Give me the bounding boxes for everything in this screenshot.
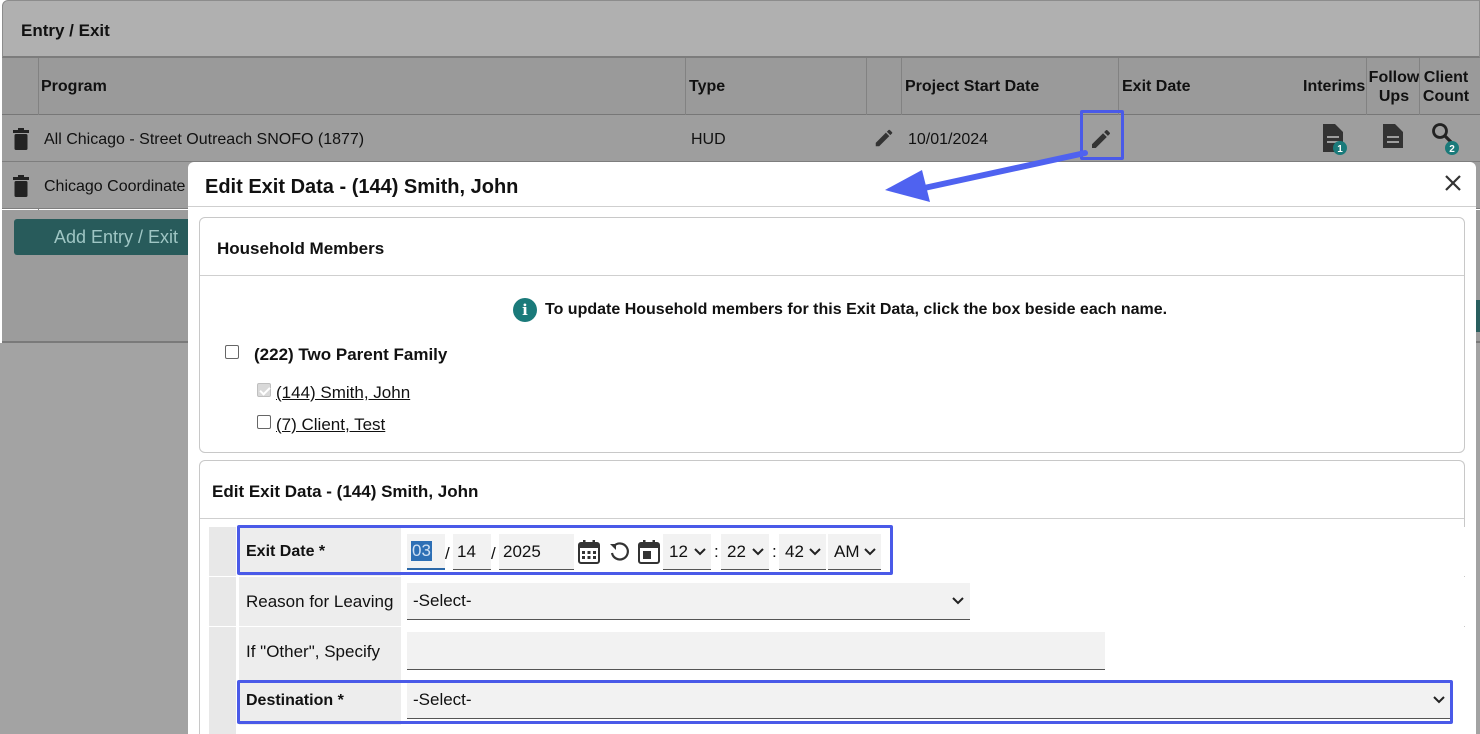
row-gutter [209, 527, 236, 576]
close-icon[interactable] [1442, 172, 1464, 194]
reason-label: Reason for Leaving [239, 577, 401, 626]
col-client-count: Client Count [1422, 69, 1470, 105]
program-name[interactable]: Chicago Coordinate [44, 178, 185, 196]
col-exit-date: Exit Date [1122, 78, 1191, 95]
col-project-start-date: Project Start Date [905, 78, 1040, 95]
household-info-text: To update Household members for this Exi… [545, 301, 1168, 318]
exit-date-highlight [237, 525, 893, 575]
modal-title: Edit Exit Data - (144) Smith, John [205, 176, 519, 198]
household-members-title: Household Members [217, 239, 385, 258]
form-title: Edit Exit Data - (144) Smith, John [212, 482, 479, 501]
col-interims: Interims [1303, 78, 1366, 95]
program-type: HUD [691, 131, 726, 148]
reason-select-value: -Select- [413, 591, 472, 610]
member-link-smith-john[interactable]: (144) Smith, John [276, 383, 410, 403]
family-checkbox[interactable] [225, 345, 239, 359]
col-type: Type [689, 78, 726, 95]
family-label: (222) Two Parent Family [254, 345, 448, 364]
other-label: If "Other", Specify [239, 627, 401, 676]
trash-icon[interactable] [12, 128, 30, 150]
card-divider [200, 275, 1464, 276]
edit-exit-modal: Edit Exit Data - (144) Smith, John House… [188, 162, 1476, 734]
trash-icon[interactable] [12, 175, 30, 197]
table-header [2, 58, 1480, 115]
row-gutter [209, 627, 236, 676]
panel-header: Entry / Exit [2, 0, 1480, 58]
card-divider [200, 518, 1464, 519]
household-info: i To update Household members for this E… [513, 298, 1167, 322]
household-members-card: Household Members i To update Household … [199, 217, 1465, 453]
reason-select[interactable]: -Select- [407, 583, 970, 620]
interims-document-icon[interactable]: 1 [1321, 122, 1351, 156]
client-count-badge: 2 [1449, 144, 1455, 155]
col-follow-ups: Follow Ups [1368, 69, 1420, 105]
member-checkbox-smith-john [257, 383, 271, 397]
row-gutter [209, 676, 236, 734]
client-count-search-icon[interactable]: 2 [1431, 122, 1463, 156]
interims-badge: 1 [1337, 144, 1343, 155]
info-icon: i [513, 298, 537, 322]
add-entry-exit-button[interactable]: Add Entry / Exit [14, 219, 214, 255]
member-checkbox-client-test[interactable] [257, 415, 271, 429]
project-start-date: 10/01/2024 [908, 131, 989, 148]
modal-divider [188, 206, 1476, 207]
pencil-icon[interactable] [873, 127, 895, 149]
col-program: Program [41, 78, 107, 95]
other-specify-input[interactable] [407, 632, 1105, 670]
destination-highlight [237, 680, 1453, 724]
exit-edit-highlight [1080, 110, 1124, 160]
member-link-client-test[interactable]: (7) Client, Test [276, 415, 385, 435]
row-gutter [209, 577, 236, 626]
program-name[interactable]: All Chicago - Street Outreach SNOFO (187… [44, 131, 364, 149]
chevron-down-icon [952, 597, 964, 605]
follow-ups-document-icon[interactable] [1381, 122, 1405, 150]
panel-title: Entry / Exit [21, 21, 110, 40]
